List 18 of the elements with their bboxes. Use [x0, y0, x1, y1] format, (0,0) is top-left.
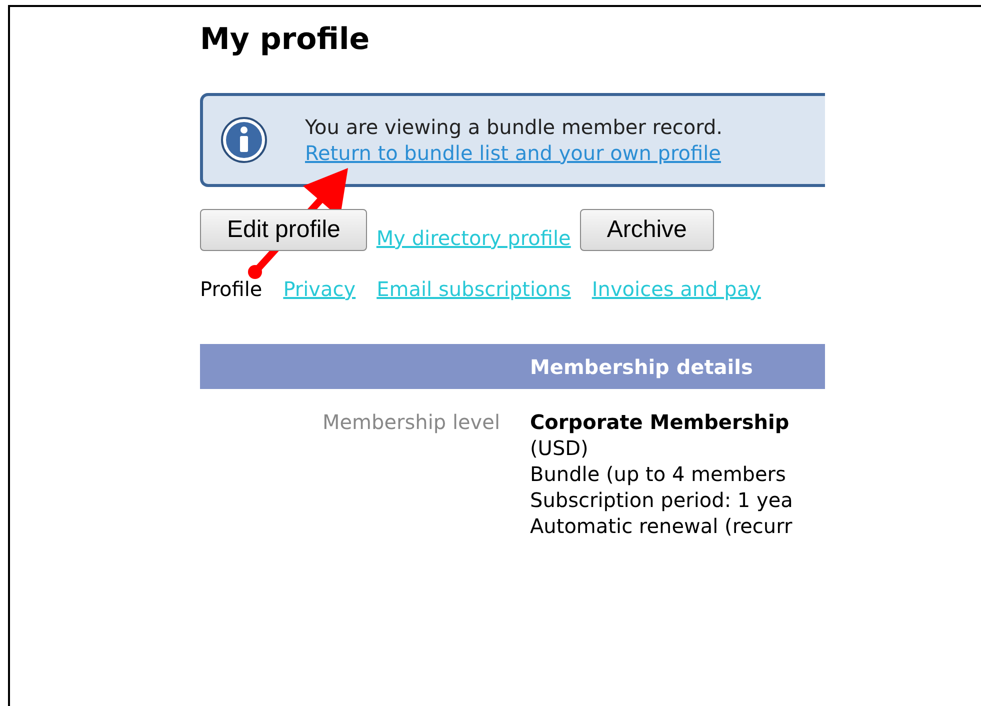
action-button[interactable]: Edit profile — [200, 209, 368, 251]
info-icon — [220, 116, 268, 164]
profile-tab[interactable]: Email subscriptions — [376, 276, 571, 302]
membership-detail-line: Bundle (up to 4 members — [530, 461, 787, 487]
membership-detail-line: (USD) — [530, 435, 590, 461]
return-link[interactable]: Return to bundle list and your own profile — [305, 140, 723, 166]
section-title: Membership details — [530, 354, 753, 380]
membership-detail-line: Automatic renewal (recurr — [530, 513, 793, 539]
profile-tab[interactable]: Invoices and pay — [592, 276, 761, 302]
page-title: My profile — [200, 22, 371, 58]
membership-level-name: Corporate Membership — [530, 409, 790, 435]
profile-tab[interactable]: Privacy — [283, 276, 356, 302]
directory-link[interactable]: My directory profile — [376, 226, 571, 250]
membership-detail-line: Subscription period: 1 yea — [530, 487, 793, 513]
profile-tab[interactable]: Profile — [200, 276, 262, 302]
field-label: Membership level — [321, 409, 500, 436]
action-button[interactable]: Archive — [580, 209, 714, 251]
notice-message: You are viewing a bundle member record. — [305, 114, 723, 140]
